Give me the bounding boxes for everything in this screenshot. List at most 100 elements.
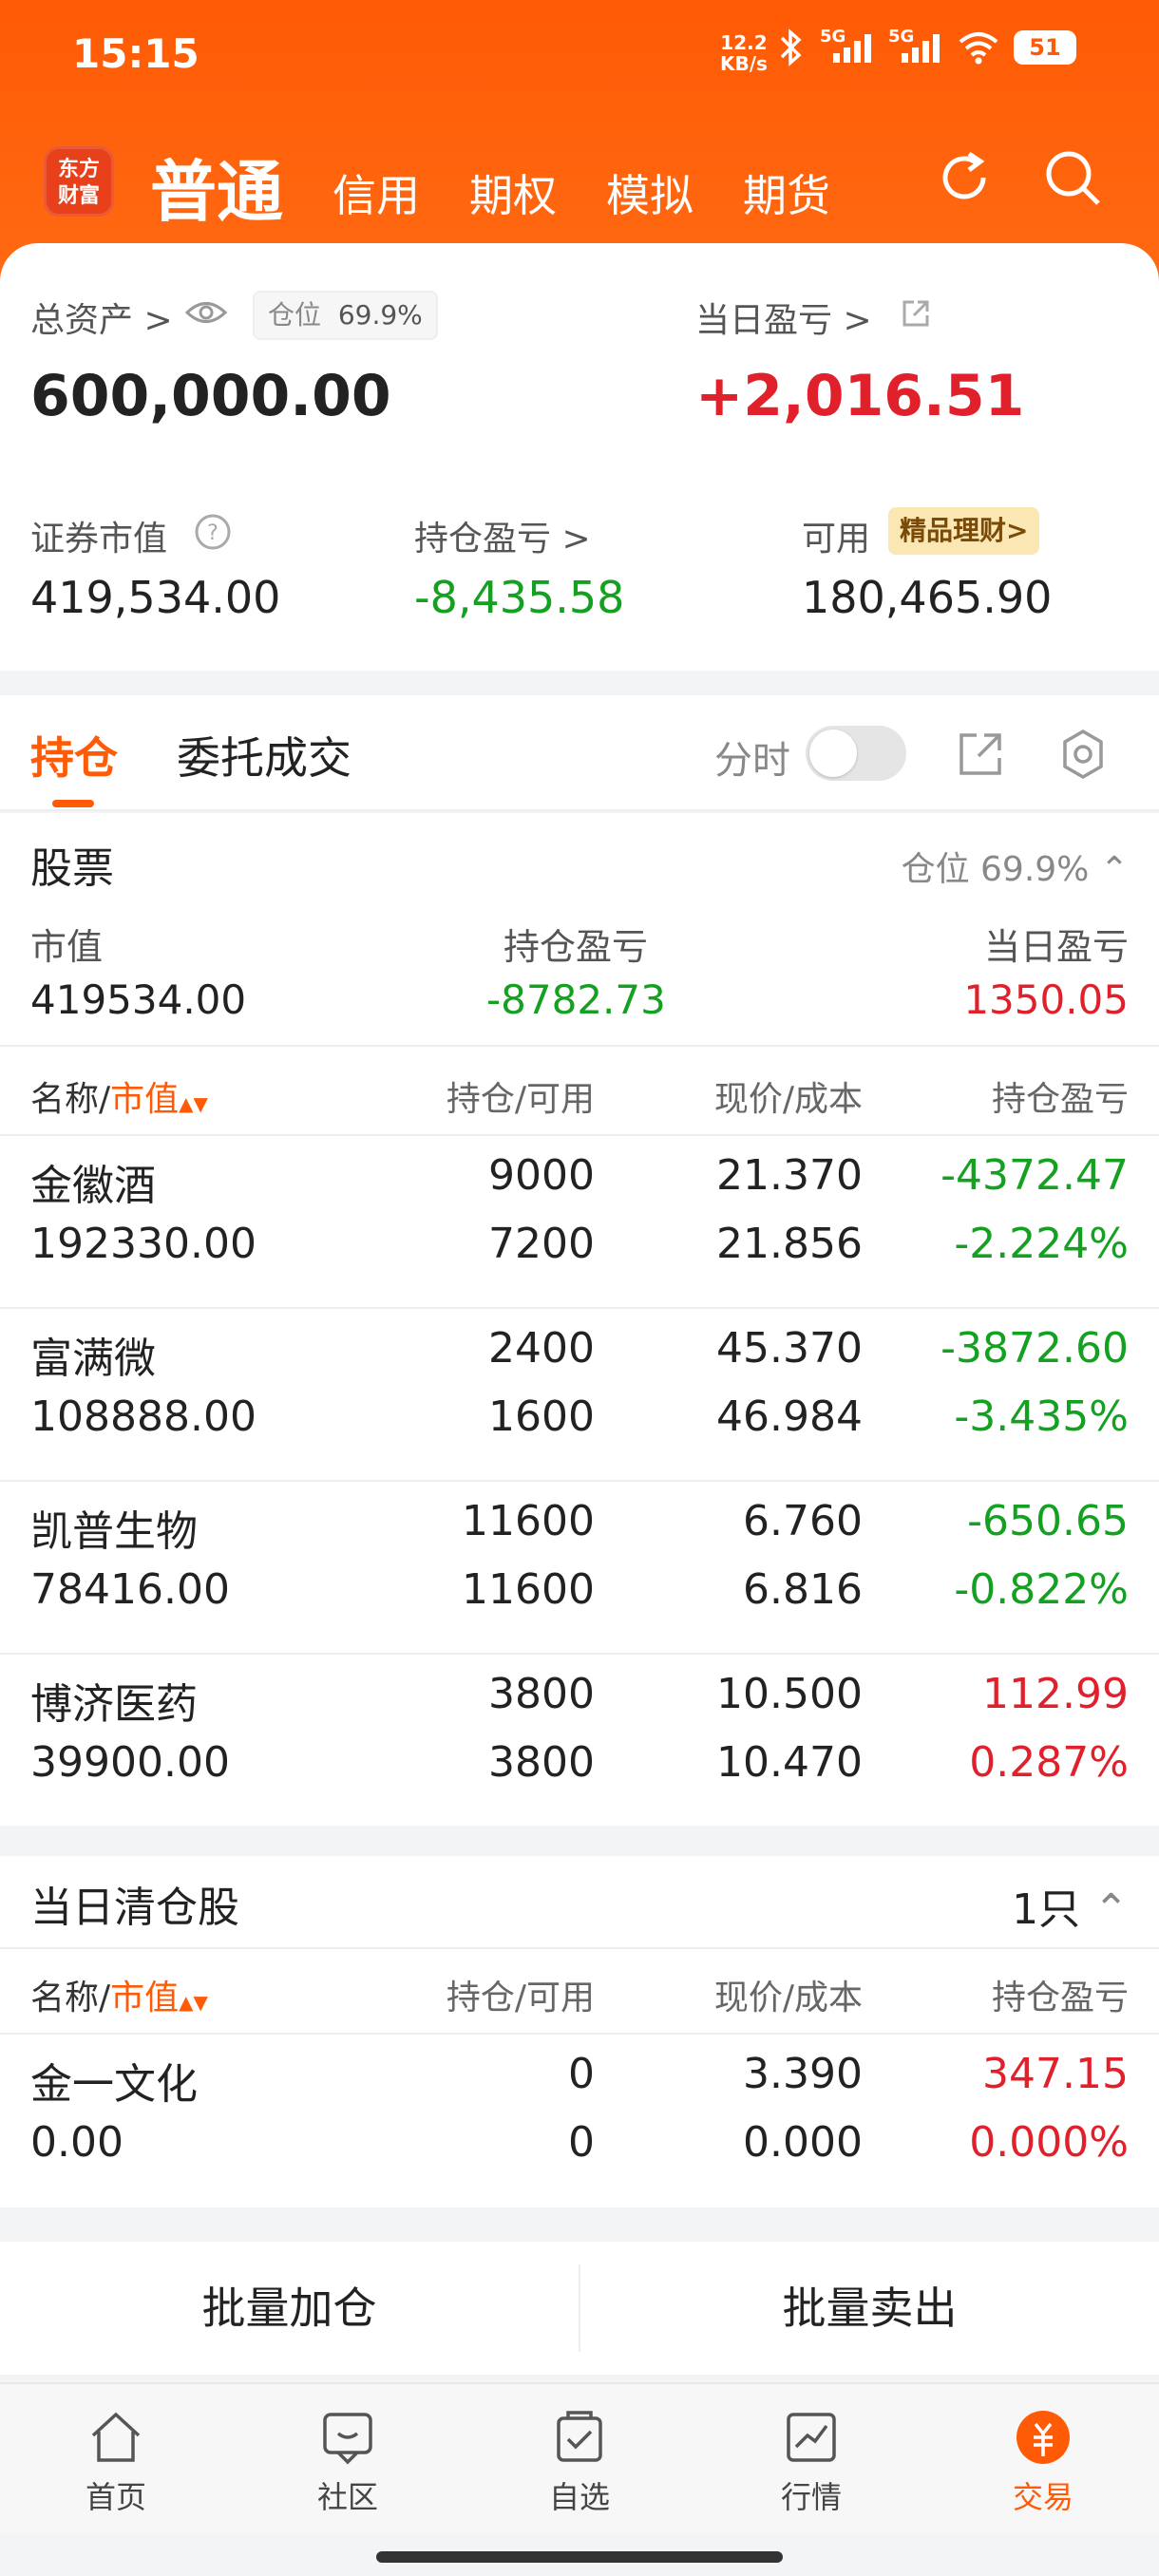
- top-header: 15:15 12.2 KB/s 5G 5G 51 东方 财富 普通 信用 期权 模拟…: [0, 0, 1159, 285]
- daily-pl-label[interactable]: 当日盈亏 >: [695, 293, 872, 342]
- bottom-nav: 首页 社区 自选 行情 交易: [0, 2382, 1159, 2534]
- stock-market-value: 78416.00: [30, 1565, 230, 1614]
- stock-pl: 347.15: [982, 2050, 1129, 2098]
- stock-market-value: 0.00: [30, 2118, 124, 2167]
- sort-name-market-value[interactable]: 名称/市值▲▼: [30, 1071, 208, 1121]
- nav-market[interactable]: 行情: [695, 2384, 927, 2534]
- network-speed: 12.2 KB/s: [720, 32, 768, 74]
- table-row[interactable]: 金徽酒 192330.00 9000 7200 21.370 21.856 -4372.47…: [0, 1134, 1159, 1307]
- share-icon[interactable]: [899, 296, 933, 331]
- stock-pl-percent: -2.224%: [954, 1220, 1129, 1268]
- eye-icon[interactable]: [184, 298, 228, 327]
- tab-futures[interactable]: 期货: [743, 161, 830, 224]
- search-icon[interactable]: [1039, 144, 1106, 211]
- stock-cost: 6.816: [743, 1565, 863, 1614]
- tab-holding[interactable]: 持仓: [30, 724, 118, 786]
- asset-summary-card: 总资产 > 仓位 69.9% 600,000.00 当日盈亏 > +2,016.…: [0, 243, 1159, 671]
- stock-price: 21.370: [716, 1151, 863, 1200]
- stock-name: 金一文化: [30, 2060, 198, 2109]
- tab-options[interactable]: 期权: [469, 161, 557, 224]
- stock-pl: 112.99: [982, 1670, 1129, 1718]
- table-row[interactable]: 富满微 108888.00 2400 1600 45.370 46.984 -3872.60…: [0, 1307, 1159, 1480]
- table-row[interactable]: 凯普生物 78416.00 11600 11600 6.760 6.816 -650.65 -…: [0, 1480, 1159, 1653]
- wealth-management-tag[interactable]: 精品理财>: [888, 507, 1040, 555]
- batch-sell-button[interactable]: 批量卖出: [580, 2242, 1159, 2375]
- sort-icon: ▲▼: [179, 1991, 208, 2014]
- tab-orders[interactable]: 委托成交: [177, 724, 352, 786]
- intraday-label: 分时: [714, 739, 790, 783]
- tab-simulation[interactable]: 模拟: [606, 161, 694, 224]
- nav-trade[interactable]: 交易: [927, 2384, 1159, 2534]
- nav-community[interactable]: 社区: [232, 2384, 464, 2534]
- stocks-section: 股票 仓位 69.9% ⌃ 市值 持仓盈亏 当日盈亏 419534.00 -87…: [0, 813, 1159, 1826]
- securities-value: 419,534.00: [30, 572, 281, 623]
- tab-normal[interactable]: 普通: [150, 139, 283, 235]
- stocks-position[interactable]: 仓位 69.9% ⌃: [902, 842, 1129, 891]
- stock-price: 10.500: [716, 1670, 863, 1718]
- daily-pl-sum: 1350.05: [963, 976, 1129, 1023]
- divider: [0, 1045, 1159, 1047]
- home-indicator[interactable]: [376, 2551, 783, 2563]
- wifi-icon: [959, 32, 998, 65]
- bluetooth-icon: [780, 28, 802, 66]
- cleared-count[interactable]: 1只 ⌃: [1012, 1875, 1129, 1936]
- home-icon: [91, 2412, 141, 2462]
- stocks-title: 股票: [30, 844, 114, 893]
- col-holding: 持仓/可用: [446, 1979, 595, 2017]
- holding-pl-label[interactable]: 持仓盈亏 >: [414, 511, 591, 560]
- stock-name: 博济医药: [30, 1680, 198, 1729]
- help-icon[interactable]: ?: [194, 513, 232, 551]
- speed-value: 12.2: [720, 31, 768, 54]
- sort-icon: ▲▼: [179, 1092, 208, 1115]
- stock-pl: -3872.60: [940, 1324, 1129, 1373]
- nav-home[interactable]: 首页: [0, 2384, 232, 2534]
- active-tab-indicator: [52, 800, 94, 807]
- stock-market-value: 192330.00: [30, 1220, 256, 1268]
- svg-text:?: ?: [207, 521, 218, 545]
- daily-pl-value: +2,016.51: [695, 363, 1025, 429]
- batch-actions: 批量加仓 批量卖出: [0, 2242, 1159, 2375]
- account-type-nav: 东方 财富 普通 信用 期权 模拟 期货: [0, 133, 1159, 231]
- stock-available: 1600: [488, 1392, 595, 1441]
- stock-pl-percent: 0.287%: [969, 1738, 1129, 1787]
- settings-icon[interactable]: [1054, 726, 1112, 783]
- table-row[interactable]: 博济医药 39900.00 3800 3800 10.500 10.470 112.99 0.…: [0, 1653, 1159, 1826]
- stock-name: 富满微: [30, 1335, 156, 1383]
- trade-icon: [1016, 2411, 1070, 2464]
- stock-holding: 11600: [462, 1497, 595, 1545]
- stock-pl-percent: 0.000%: [969, 2118, 1129, 2167]
- stock-holding: 2400: [488, 1324, 595, 1373]
- tab-credit[interactable]: 信用: [332, 161, 420, 224]
- intraday-toggle[interactable]: [806, 726, 906, 781]
- stock-cost: 21.856: [716, 1220, 863, 1268]
- divider: [0, 1947, 1159, 1949]
- nav-watchlist[interactable]: 自选: [464, 2384, 695, 2534]
- securities-value-label: 证券市值: [30, 520, 168, 559]
- batch-add-button[interactable]: 批量加仓: [0, 2242, 579, 2375]
- stock-market-value: 108888.00: [30, 1392, 256, 1441]
- status-bar: 15:15 12.2 KB/s 5G 5G 51: [0, 0, 1159, 114]
- position-tabs: 持仓 委托成交 分时: [0, 695, 1159, 811]
- status-icons: 5G 5G 51: [774, 27, 1076, 66]
- position-ratio-badge: 仓位 69.9%: [253, 291, 438, 340]
- refresh-icon[interactable]: [931, 144, 998, 211]
- stock-pl-percent: -0.822%: [954, 1565, 1129, 1614]
- daily-pl-label-2: 当日盈亏: [983, 926, 1129, 968]
- sort-name-market-value[interactable]: 名称/市值▲▼: [30, 1970, 208, 2019]
- stock-holding: 3800: [488, 1670, 595, 1718]
- cleared-section: 当日清仓股 1只 ⌃ 名称/市值▲▼ 持仓/可用 现价/成本 持仓盈亏 金一文化…: [0, 1856, 1159, 2207]
- battery-icon: 51: [1014, 30, 1076, 65]
- stock-pl: -4372.47: [940, 1151, 1129, 1200]
- stock-cost: 0.000: [743, 2118, 863, 2167]
- watchlist-icon: [557, 2411, 602, 2462]
- stock-holding: 9000: [488, 1151, 595, 1200]
- col-price: 现价/成本: [713, 1080, 863, 1119]
- stock-name: 凯普生物: [30, 1507, 198, 1556]
- export-icon[interactable]: [954, 726, 1009, 781]
- stock-available: 11600: [462, 1565, 595, 1614]
- stock-cost: 10.470: [716, 1738, 863, 1787]
- holding-pl-value: -8,435.58: [414, 572, 625, 623]
- speed-unit: KB/s: [720, 52, 768, 75]
- total-assets-label[interactable]: 总资产 >: [30, 293, 173, 342]
- table-row[interactable]: 金一文化 0.00 0 0 3.390 0.000 347.15 0.000%: [0, 2033, 1159, 2206]
